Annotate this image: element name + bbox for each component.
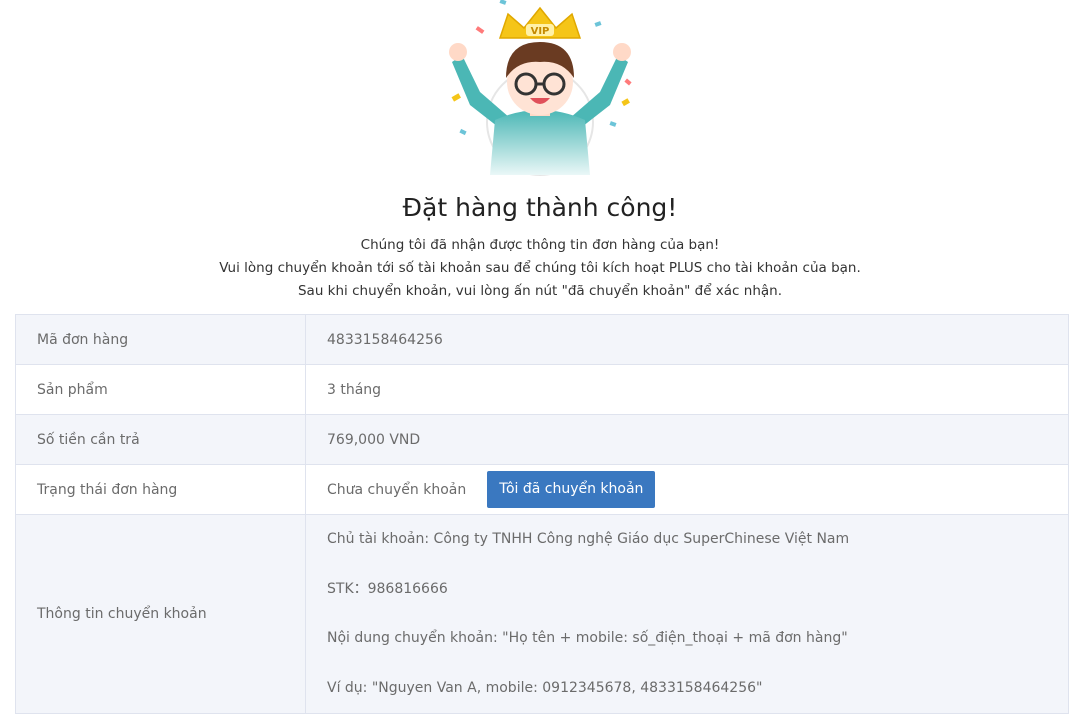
transfer-info-row: Thông tin chuyển khoản Chủ tài khoản: Cô…: [15, 514, 1069, 714]
status-row: Trạng thái đơn hàng Chưa chuyển khoản Tôi…: [15, 464, 1069, 515]
order-info-table: Mã đơn hàng 4833158464256 Sản phẩm 3 thá…: [15, 314, 1069, 714]
transfer-info-label: Thông tin chuyển khoản: [15, 514, 306, 714]
status-cell: Chưa chuyển khoản Tôi đã chuyển khoản: [305, 464, 1069, 515]
message-received: Chúng tôi đã nhận được thông tin đơn hàn…: [360, 237, 720, 253]
product-label: Sản phẩm: [15, 364, 306, 415]
transfer-content: Nội dung chuyển khoản: "Họ tên + mobile:…: [327, 630, 848, 646]
confirm-transfer-button[interactable]: Tôi đã chuyển khoản: [487, 471, 656, 508]
order-id-label: Mã đơn hàng: [15, 314, 306, 365]
product-value: 3 tháng: [305, 364, 1069, 415]
transfer-example: Ví dụ: "Nguyen Van A, mobile: 0912345678…: [327, 679, 763, 696]
order-id-value: 4833158464256: [305, 314, 1069, 365]
order-id-row: Mã đơn hàng 4833158464256: [15, 314, 1069, 365]
amount-label: Số tiền cần trả: [15, 414, 306, 465]
product-row: Sản phẩm 3 tháng: [15, 364, 1069, 415]
account-number: STK：986816666: [327, 580, 448, 597]
message-transfer-instruction: Vui lòng chuyển khoản tới số tài khoản s…: [219, 260, 861, 276]
transfer-info-cell: Chủ tài khoản: Công ty TNHH Công nghệ Gi…: [305, 514, 1069, 714]
page-title: Đặt hàng thành công!: [402, 193, 678, 222]
status-value: Chưa chuyển khoản: [327, 481, 467, 498]
amount-value: 769,000 VND: [305, 414, 1069, 465]
amount-row: Số tiền cần trả 769,000 VND: [15, 414, 1069, 465]
crown-label: VIP: [531, 26, 550, 37]
message-confirm-instruction: Sau khi chuyển khoản, vui lòng ấn nút "đ…: [297, 283, 783, 299]
account-holder: Chủ tài khoản: Công ty TNHH Công nghệ Gi…: [327, 531, 850, 547]
status-label: Trạng thái đơn hàng: [15, 464, 306, 515]
celebration-illustration: VIP: [449, 0, 632, 176]
